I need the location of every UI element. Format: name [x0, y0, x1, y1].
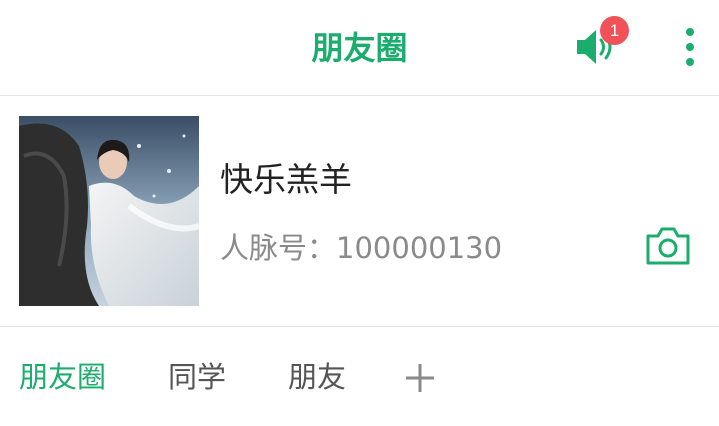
plus-icon[interactable]	[404, 362, 436, 394]
more-vertical-icon[interactable]	[676, 26, 704, 70]
tab-friends[interactable]: 朋友	[288, 357, 346, 397]
notification-badge: 1	[600, 16, 629, 45]
profile-section: 快乐羔羊 人脉号：100000130	[0, 96, 719, 327]
profile-name: 快乐羔羊	[220, 160, 352, 199]
profile-id-label: 人脉号：	[220, 231, 337, 265]
profile-id: 人脉号：100000130	[220, 228, 502, 268]
top-bar: 朋友圈 1	[0, 0, 719, 96]
camera-icon[interactable]	[644, 225, 692, 267]
group-tabs: 朋友圈 同学 朋友	[0, 327, 719, 426]
tab-moments[interactable]: 朋友圈	[19, 357, 106, 397]
profile-id-value: 100000130	[336, 231, 503, 265]
avatar[interactable]	[19, 116, 199, 306]
tab-classmates[interactable]: 同学	[168, 357, 226, 397]
